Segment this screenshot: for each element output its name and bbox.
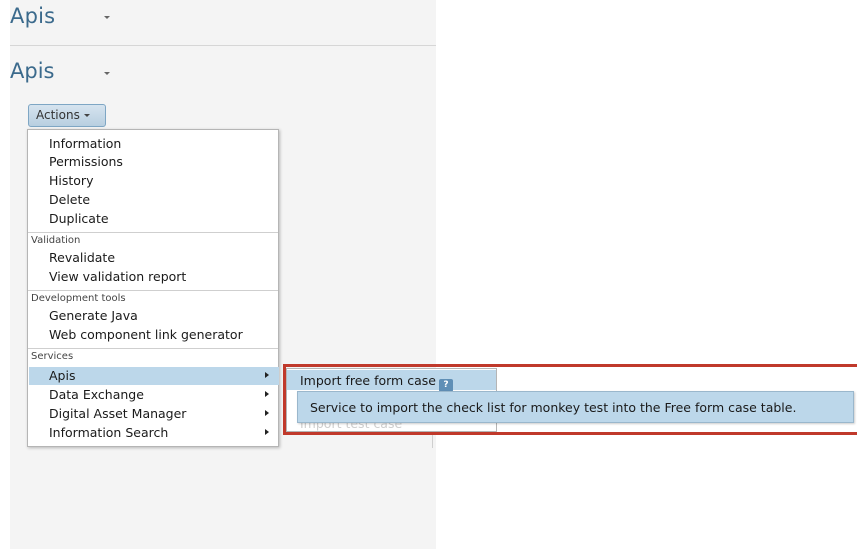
menu-divider — [28, 348, 278, 349]
menu-item-label: Information Search — [49, 425, 169, 440]
menu-item-duplicate[interactable]: Duplicate — [49, 211, 109, 226]
menu-item-view-validation-report[interactable]: View validation report — [49, 269, 186, 284]
chevron-down-icon[interactable] — [104, 72, 110, 75]
app-title[interactable]: Apis — [10, 4, 55, 28]
chevron-right-icon — [265, 429, 269, 435]
menu-item-web-component-link-generator[interactable]: Web component link generator — [49, 327, 243, 342]
menu-item-generate-java[interactable]: Generate Java — [49, 308, 138, 323]
actions-button[interactable]: Actions — [28, 104, 106, 127]
menu-item-apis[interactable]: Apis — [29, 367, 279, 385]
menu-divider — [28, 232, 278, 233]
menu-item-digital-asset-manager[interactable]: Digital Asset Manager — [29, 405, 279, 423]
chevron-right-icon — [265, 410, 269, 416]
section-label-development-tools: Development tools — [31, 293, 126, 304]
section-label-validation: Validation — [31, 235, 81, 246]
menu-item-information[interactable]: Information — [49, 136, 121, 151]
page: Apis Apis Actions Information Permission… — [0, 0, 857, 549]
caret-down-icon — [83, 114, 90, 117]
chevron-down-icon[interactable] — [104, 16, 110, 19]
chevron-right-icon — [265, 372, 269, 378]
section-label-services: Services — [31, 351, 74, 362]
menu-item-label: Digital Asset Manager — [49, 406, 187, 421]
menu-divider — [28, 290, 278, 291]
actions-menu: Information Permissions History Delete D… — [27, 129, 279, 447]
chevron-right-icon — [265, 391, 269, 397]
annotation-highlight-box — [283, 364, 857, 435]
page-title[interactable]: Apis — [10, 59, 54, 83]
menu-item-data-exchange[interactable]: Data Exchange — [29, 386, 279, 404]
menu-item-label: Apis — [49, 368, 76, 383]
menu-item-permissions[interactable]: Permissions — [49, 154, 123, 169]
menu-item-revalidate[interactable]: Revalidate — [49, 250, 115, 265]
menu-item-label: Data Exchange — [49, 387, 144, 402]
actions-button-label: Actions — [36, 108, 80, 122]
menu-item-information-search[interactable]: Information Search — [29, 424, 279, 442]
header-divider — [10, 45, 436, 46]
menu-item-history[interactable]: History — [49, 173, 93, 188]
menu-item-delete[interactable]: Delete — [49, 192, 90, 207]
